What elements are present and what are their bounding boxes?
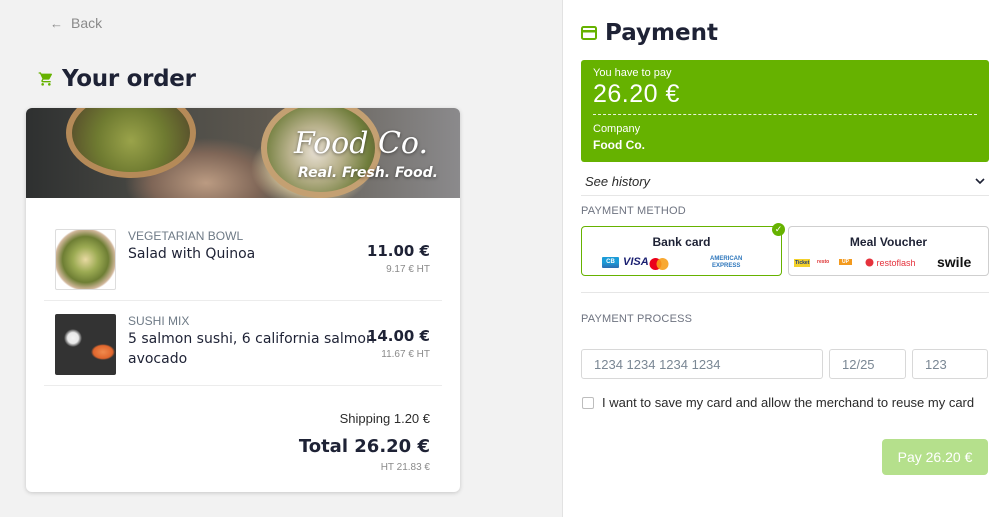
company-label: Company xyxy=(593,123,641,135)
restoflash-text: restoflash xyxy=(876,258,916,268)
cvc-input[interactable] xyxy=(912,349,988,379)
up-logo: UP xyxy=(839,259,852,265)
method-bank-card[interactable]: ✓ Bank card CB VISA AMERICAN EXPRESS xyxy=(581,223,785,276)
mastercard-logo xyxy=(649,257,669,275)
banner-bowl-image xyxy=(66,108,196,178)
method-name: Meal Voucher xyxy=(849,235,928,249)
summary-divider xyxy=(593,114,977,115)
back-label: Back xyxy=(71,15,103,31)
order-total: Total 26.20 € xyxy=(298,436,430,457)
page-title: Your order xyxy=(62,66,196,92)
order-heading: Your order xyxy=(38,66,196,92)
cart-icon xyxy=(38,72,53,86)
payment-method-label: PAYMENT METHOD xyxy=(581,205,686,217)
item-name-line1: 5 salmon sushi, 6 california salmon xyxy=(128,331,375,347)
save-card-option[interactable]: I want to save my card and allow the mer… xyxy=(582,395,974,410)
resto-logo: resto xyxy=(817,259,830,265)
amex-logo: AMERICAN EXPRESS xyxy=(710,256,742,270)
visa-logo: VISA xyxy=(623,256,649,268)
pay-button[interactable]: Pay 26.20 € xyxy=(882,439,988,475)
amex-line2: EXPRESS xyxy=(711,263,741,269)
amount-label: You have to pay xyxy=(593,67,672,79)
save-card-label: I want to save my card and allow the mer… xyxy=(602,395,975,410)
company-name: Food Co. xyxy=(593,138,645,152)
see-history-toggle[interactable]: See history xyxy=(581,168,989,196)
item-name: Salad with Quinoa xyxy=(128,246,256,262)
arrow-left-icon: ← xyxy=(50,15,63,31)
payment-process-label: PAYMENT PROCESS xyxy=(581,313,693,325)
order-total-ht: HT 21.83 € xyxy=(380,462,430,473)
restaurant-tagline: Real. Fresh. Food. xyxy=(298,165,438,181)
method-meal-voucher[interactable]: Meal Voucher Ticket resto UP restoflash … xyxy=(788,226,989,276)
payment-summary: You have to pay 26.20 € Company Food Co. xyxy=(581,60,989,162)
chevron-down-icon xyxy=(975,178,985,185)
method-name: Bank card xyxy=(652,235,711,249)
shipping-cost: Shipping 1.20 € xyxy=(339,411,430,426)
back-link[interactable]: ← Back xyxy=(50,15,102,31)
restoflash-mark-icon xyxy=(865,258,874,267)
item-category: SUSHI MIX xyxy=(128,314,190,328)
amount-due: 26.20 € xyxy=(593,80,680,108)
credit-card-icon xyxy=(581,26,597,40)
item-thumbnail xyxy=(55,314,116,375)
restoflash-logo: restoflash xyxy=(865,258,916,268)
cb-logo: CB xyxy=(602,257,619,268)
restaurant-banner: Food Co. Real. Fresh. Food. xyxy=(26,108,460,198)
save-card-checkbox[interactable] xyxy=(582,396,594,409)
item-price: 11.00 € xyxy=(366,242,430,260)
payment-title: Payment xyxy=(605,20,718,46)
card-number-input[interactable] xyxy=(581,349,823,379)
see-history-label: See history xyxy=(585,174,651,189)
item-thumbnail xyxy=(55,229,116,290)
restaurant-brand: Food Co. xyxy=(293,126,428,161)
order-panel: ← Back Your order Food Co. Real. Fresh. … xyxy=(0,0,563,517)
ticket-logo: Ticket xyxy=(794,259,811,267)
item-name-line2: avocado xyxy=(128,351,188,367)
card-logos: CB VISA AMERICAN EXPRESS xyxy=(602,256,772,271)
expiry-input[interactable] xyxy=(829,349,906,379)
amex-line1: AMERICAN xyxy=(710,256,743,262)
item-price-ht: 11.67 € HT xyxy=(381,349,430,360)
item-price-ht: 9.17 € HT xyxy=(386,264,430,275)
section-divider xyxy=(581,292,989,293)
item-price: 14.00 € xyxy=(366,327,430,345)
voucher-logos: Ticket resto UP restoflash swile xyxy=(794,254,984,271)
payment-heading: Payment xyxy=(581,20,718,46)
item-category: VEGETARIAN BOWL xyxy=(128,229,244,243)
swile-logo: swile xyxy=(937,254,972,270)
